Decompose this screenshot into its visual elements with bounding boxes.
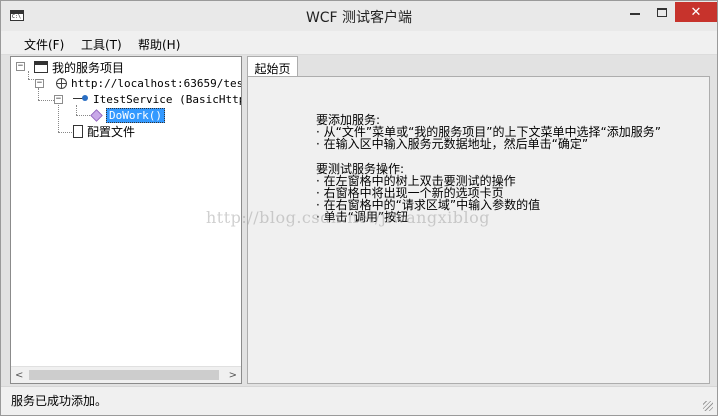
title-bar[interactable]: C:\ WCF 测试客户端 ✕ (1, 1, 717, 31)
watermark: http://blog.csdn.net/jiwangxiblog (206, 208, 491, 227)
method-icon (90, 108, 103, 122)
tree-item-endpoint-label: http://localhost:63659/testS (71, 76, 242, 90)
tree-item-endpoint[interactable]: http://localhost:63659/testS (56, 75, 242, 91)
close-icon: ✕ (690, 4, 702, 20)
resize-grip-icon[interactable] (703, 401, 713, 411)
app-window: C:\ WCF 测试客户端 ✕ 文件(F) 工具(T) 帮助(H) − 我的服务… (0, 0, 718, 416)
tree-item-service[interactable]: ItestService (BasicHttpBi (73, 91, 241, 107)
menu-help[interactable]: 帮助(H) (138, 36, 180, 53)
scroll-left-arrow-icon[interactable]: < (15, 370, 23, 381)
help-line: · 在输入区中输入服务元数据地址，然后单击“确定” (316, 137, 589, 151)
tree-item-root-label: 我的服务项目 (52, 60, 125, 75)
file-icon (73, 124, 83, 138)
tree-expander-service[interactable]: − (54, 95, 63, 104)
scroll-thumb[interactable] (29, 370, 219, 380)
add-service-help: 要添加服务: · 从“文件”菜单或“我的服务项目”的上下文菜单中选择“添加服务”… (316, 114, 661, 150)
tab-start-page[interactable]: 起始页 (247, 56, 298, 77)
globe-icon (56, 77, 67, 89)
minimize-button[interactable] (621, 2, 648, 22)
tree-item-service-label: ItestService (BasicHttpBi (93, 92, 241, 106)
window-title: WCF 测试客户端 (305, 10, 413, 26)
tree-expander-endpoint[interactable]: − (35, 79, 44, 88)
close-button[interactable]: ✕ (675, 2, 717, 22)
tree-connector (58, 132, 72, 133)
tree-connector (28, 71, 29, 79)
tree-horizontal-scrollbar[interactable]: < > (11, 366, 241, 383)
maximize-icon (656, 7, 667, 17)
tree-item-config[interactable]: 配置文件 (73, 123, 135, 139)
status-bar: 服务已成功添加。 (1, 386, 717, 415)
tree-expander-root[interactable]: − (16, 62, 25, 71)
interface-icon (73, 93, 89, 105)
scroll-right-arrow-icon[interactable]: > (229, 370, 237, 381)
tree-item-config-label: 配置文件 (87, 124, 136, 139)
tree-connector (76, 115, 90, 116)
tree-connector (38, 100, 54, 101)
tree-connector (38, 88, 39, 100)
minimize-icon (629, 13, 640, 15)
tree-item-root[interactable]: 我的服务项目 (34, 59, 124, 75)
tree-item-method[interactable]: DoWork() (90, 107, 165, 123)
menu-file[interactable]: 文件(F) (24, 36, 64, 53)
tree-item-method-label: DoWork() (106, 107, 165, 123)
help-line-text: 在输入区中输入服务元数据地址，然后单击“确定” (323, 137, 589, 151)
start-page-content: 要添加服务: · 从“文件”菜单或“我的服务项目”的上下文菜单中选择“添加服务”… (247, 76, 710, 384)
status-text: 服务已成功添加。 (11, 394, 108, 408)
console-icon (34, 61, 48, 73)
menu-bar: 文件(F) 工具(T) 帮助(H) (1, 31, 717, 55)
maximize-button[interactable] (648, 2, 675, 22)
menu-tools[interactable]: 工具(T) (81, 36, 122, 53)
